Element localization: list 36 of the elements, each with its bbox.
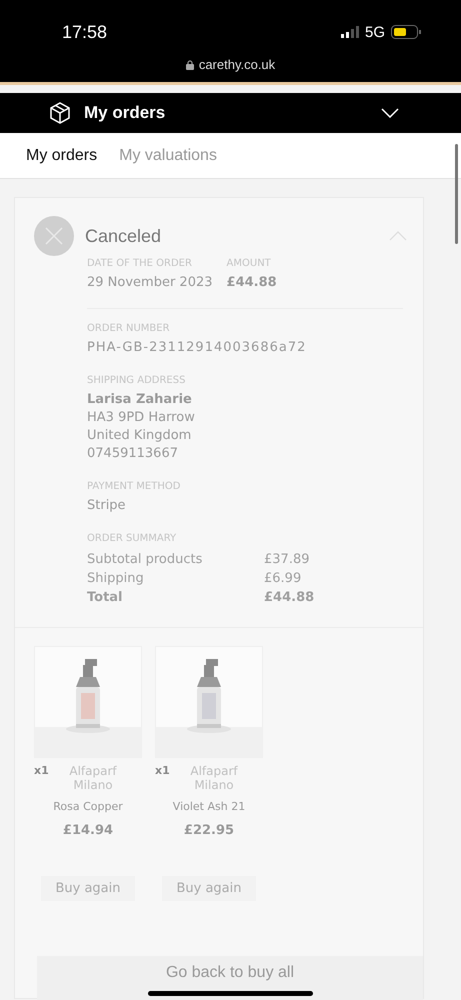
product-price: £14.94 (62, 823, 114, 838)
address-line: 07459113667 (87, 446, 179, 461)
buy-again-button[interactable]: Buy again (162, 876, 256, 901)
page-title: My orders (84, 103, 166, 123)
order-date: 29 November 2023 (87, 275, 213, 290)
summary-label: Subtotal products (87, 551, 204, 569)
address-line: HA3 9PD Harrow (87, 410, 196, 425)
summary-value: £37.89 (264, 551, 310, 569)
lock-icon (186, 60, 194, 70)
clock-time: 17:58 (62, 22, 108, 42)
summary-value: £44.88 (264, 589, 314, 607)
payment-method: Stripe (87, 498, 127, 513)
network-label: 5G (364, 24, 385, 40)
summary-label: Shipping (87, 570, 145, 588)
summary-value: £6.99 (264, 570, 302, 588)
go-back-button[interactable]: Go back to buy all (37, 956, 423, 1000)
order-amount: £44.88 (226, 275, 277, 290)
battery-icon (391, 25, 421, 39)
cancel-icon (34, 216, 74, 256)
quantity: x1 (34, 764, 50, 779)
order-status: Canceled (85, 226, 162, 246)
product-price: £22.95 (184, 823, 234, 838)
product-name: Rosa Copper (53, 800, 123, 813)
order-number: PHA-GB-23112914003686a72 (87, 340, 308, 355)
tab[interactable]: My orders (18, 142, 106, 168)
product-name: Violet Ash 21 (172, 800, 246, 813)
quantity: x1 (155, 764, 171, 779)
buy-again-button[interactable]: Buy again (41, 876, 135, 901)
tab[interactable]: My valuations (111, 142, 225, 168)
box-icon (48, 101, 72, 125)
recipient-name: Larisa Zaharie (87, 392, 193, 407)
url-text[interactable]: carethy.co.uk (198, 57, 276, 72)
chevron-down-icon[interactable] (381, 108, 399, 118)
signal-icon (340, 26, 359, 38)
address-line: United Kingdom (87, 428, 192, 443)
summary-label: Total (87, 589, 124, 607)
